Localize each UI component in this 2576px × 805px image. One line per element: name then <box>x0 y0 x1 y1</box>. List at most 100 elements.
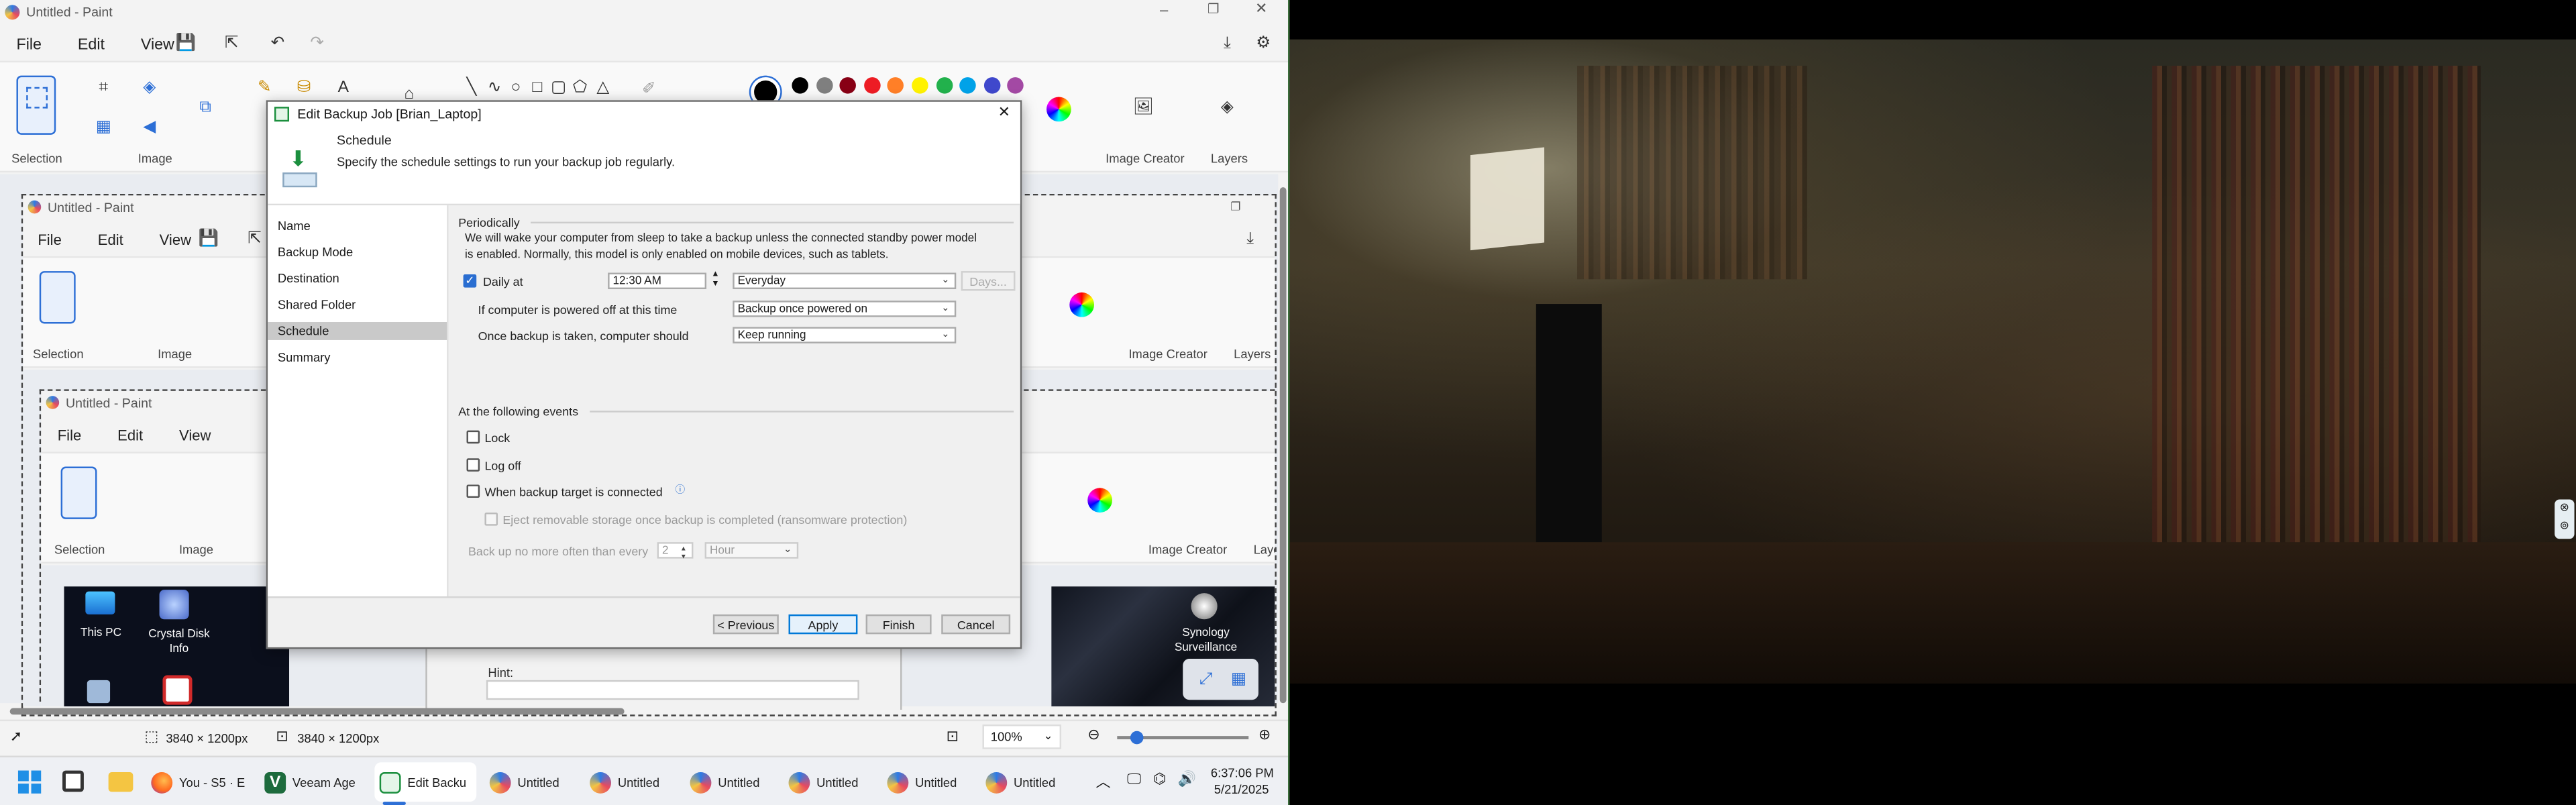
close-button[interactable]: ✕ <box>1255 0 1267 18</box>
vertical-scrollbar[interactable] <box>1279 187 1287 704</box>
crop-icon[interactable]: ⌗ <box>92 76 115 99</box>
taskbar-paint-6[interactable]: Untitled <box>985 764 1055 800</box>
zoom-out-icon[interactable]: ⊖ <box>1087 726 1099 744</box>
menu-edit[interactable]: Edit <box>78 36 105 54</box>
selection-tool-icon[interactable] <box>16 75 56 135</box>
synology-surveillance-icon <box>1191 593 1218 620</box>
taskbar-paint-5[interactable]: Untitled <box>887 764 957 800</box>
taskbar-firefox[interactable]: You - S5 · E <box>151 764 245 800</box>
crystal-disk-icon <box>159 590 189 620</box>
color-swatch[interactable] <box>912 77 928 94</box>
oval-shape-icon[interactable]: ○ <box>504 76 527 99</box>
cancel-button[interactable]: Cancel <box>941 614 1011 635</box>
layers-icon[interactable]: ◈ <box>1216 95 1238 118</box>
zoom-slider-thumb[interactable] <box>1130 731 1144 745</box>
taskbar-paint-2[interactable]: Untitled <box>590 764 659 800</box>
color-swatch[interactable] <box>935 77 953 94</box>
text-icon[interactable]: A <box>332 76 355 99</box>
outline-icon[interactable]: ✐ <box>637 77 660 100</box>
curve-shape-icon[interactable]: ∿ <box>483 76 506 99</box>
logoff-label: Log off <box>484 458 521 474</box>
tray-monitor-icon[interactable]: 🖵 <box>1127 771 1141 789</box>
taskbar-paint-4[interactable]: Untitled <box>788 764 859 800</box>
tray-network-icon[interactable]: ⌬ <box>1153 771 1166 789</box>
previous-button[interactable]: < Previous <box>712 614 779 635</box>
fill-icon[interactable]: ⛁ <box>292 76 315 99</box>
clock-date[interactable]: 5/21/2025 <box>1214 782 1269 797</box>
color-swatch[interactable] <box>816 77 833 94</box>
step-name[interactable]: Name <box>268 217 447 235</box>
resize-icon[interactable]: ◈ <box>138 76 161 99</box>
powered-off-select[interactable]: Backup once powered on ⌄ <box>733 301 957 317</box>
days-button[interactable]: Days... <box>961 271 1016 291</box>
rounded-rect-shape-icon[interactable]: ▢ <box>547 76 570 99</box>
image-remove-bg-icon[interactable]: ⧉ <box>194 95 217 118</box>
taskbar-label-paint-4: Untitled <box>816 774 859 790</box>
line-shape-icon[interactable]: ╲ <box>460 76 483 99</box>
target-connected-checkbox[interactable] <box>466 484 480 498</box>
menu-view[interactable]: View <box>141 36 174 54</box>
windows-start-icon[interactable] <box>17 770 42 794</box>
nested2-window-title: Untitled - Paint <box>65 394 152 411</box>
nested2-menu-view: View <box>179 426 211 443</box>
fit-window-icon[interactable]: ⊡ <box>947 728 959 746</box>
lock-checkbox[interactable] <box>466 430 480 444</box>
time-spinner-icon[interactable]: ▲ ▼ <box>711 270 719 289</box>
zoom-select[interactable]: 100% ⌄ <box>982 724 1062 749</box>
pencil-icon[interactable]: ✎ <box>253 76 276 99</box>
share-icon[interactable]: ⇱ <box>220 32 243 54</box>
overlay-control[interactable]: ⊗ ⊚ <box>2555 499 2575 539</box>
apply-button[interactable]: Apply <box>788 614 858 635</box>
taskbar-veeam[interactable]: V Veeam Age <box>264 764 356 800</box>
nested2-menu-bar: File Edit View <box>58 424 248 445</box>
redo-icon[interactable]: ↷ <box>306 32 329 54</box>
step-schedule[interactable]: Schedule <box>268 322 447 340</box>
dialog-close-icon[interactable]: ✕ <box>998 103 1010 121</box>
color-swatch[interactable] <box>888 77 904 94</box>
color-swatch[interactable] <box>839 77 857 94</box>
settings-gear-icon[interactable]: ⚙ <box>1252 32 1275 54</box>
undo-icon[interactable]: ↶ <box>266 32 289 54</box>
info-icon[interactable]: ⓘ <box>676 482 686 496</box>
daily-checkbox[interactable]: ✓ <box>463 274 477 288</box>
clock-time[interactable]: 6:37:06 PM <box>1211 765 1274 780</box>
softbox-light <box>1470 147 1545 251</box>
minimize-button[interactable]: – <box>1160 1 1168 17</box>
step-summary[interactable]: Summary <box>268 348 447 366</box>
time-input[interactable]: 12:30 AM <box>608 272 707 290</box>
rect-shape-icon[interactable]: □ <box>526 76 549 99</box>
rotate-icon[interactable]: ◀ <box>138 115 161 138</box>
triangle-shape-icon[interactable]: △ <box>592 76 614 99</box>
finish-button[interactable]: Finish <box>865 614 932 635</box>
menu-file[interactable]: File <box>16 36 42 54</box>
image-creator-icon[interactable]: 🖼 <box>1132 95 1155 118</box>
taskbar-paint-1[interactable]: Untitled <box>489 764 559 800</box>
polygon-shape-icon[interactable]: ⬠ <box>568 76 591 99</box>
wake-note-line2: is enabled. Normally, this model is only… <box>465 250 889 262</box>
color-swatch[interactable] <box>983 77 1000 94</box>
step-destination[interactable]: Destination <box>268 270 447 288</box>
canvas-size-icon: ⊡ <box>276 727 288 745</box>
color-swatch[interactable] <box>1008 77 1024 94</box>
after-backup-select[interactable]: Keep running ⌄ <box>733 327 957 343</box>
taskbar-paint-3[interactable]: Untitled <box>690 764 760 800</box>
maximize-button[interactable]: ❐ <box>1208 1 1220 16</box>
color-swatch[interactable] <box>863 77 881 94</box>
step-backup-mode[interactable]: Backup Mode <box>268 243 447 261</box>
color-swatch[interactable] <box>792 77 808 94</box>
logoff-checkbox[interactable] <box>466 458 480 472</box>
frequency-select[interactable]: Everyday ⌄ <box>733 272 957 290</box>
file-explorer-icon[interactable] <box>108 772 133 792</box>
tray-chevron-up-icon[interactable]: ︿ <box>1095 771 1110 792</box>
edit-colors-icon[interactable] <box>1046 97 1071 122</box>
save-icon[interactable]: 💾 <box>174 32 197 54</box>
tray-volume-icon[interactable]: 🔊 <box>1178 771 1196 789</box>
task-view-icon[interactable] <box>62 770 84 792</box>
zoom-in-icon[interactable]: ⊕ <box>1258 726 1271 744</box>
step-shared-folder[interactable]: Shared Folder <box>268 296 447 314</box>
horizontal-scrollbar[interactable] <box>9 708 625 715</box>
color-swatch[interactable] <box>959 77 977 94</box>
download-icon[interactable]: ⤓ <box>1216 32 1238 54</box>
taskbar-edit-backup[interactable]: Edit Backu <box>374 762 476 802</box>
select-all-icon[interactable]: ▦ <box>92 115 115 138</box>
